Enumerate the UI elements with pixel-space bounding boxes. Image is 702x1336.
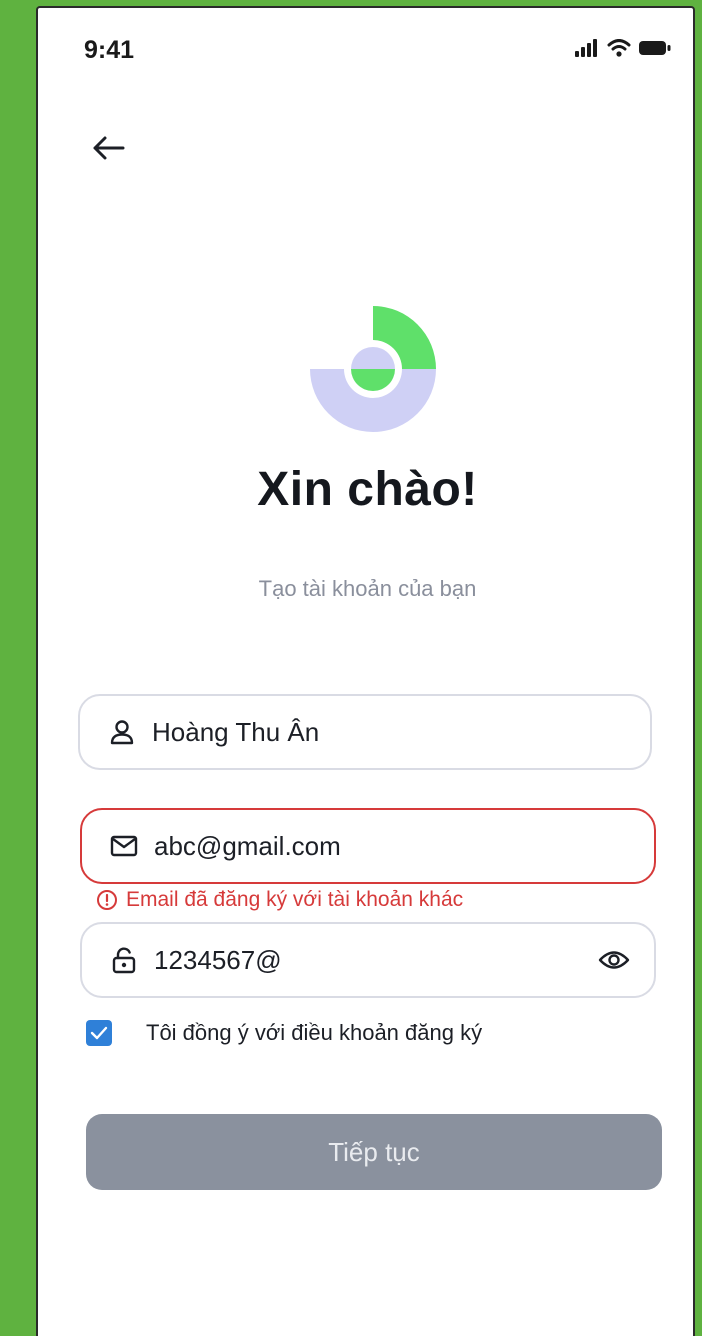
check-icon <box>90 1026 108 1040</box>
email-error-text: Email đã đăng ký với tài khoản khác <box>126 888 464 911</box>
name-value: Hoàng Thu Ân <box>152 716 320 747</box>
eye-icon <box>598 951 630 969</box>
agree-row: Tôi đồng ý với điều khoản đăng ký <box>86 1020 482 1046</box>
page-title: Xin chào! <box>257 463 478 516</box>
status-time: 9:41 <box>84 36 135 64</box>
arrow-left-icon <box>93 136 125 160</box>
status-icons <box>575 38 671 58</box>
toggle-password-button[interactable] <box>596 942 632 978</box>
lock-icon <box>112 947 136 974</box>
battery-icon <box>639 41 671 55</box>
app-logo <box>310 306 436 432</box>
phone-screen: 9:41 Xin chào! Tạo tài khoản của bạn Hoà… <box>36 6 695 1336</box>
signal-icon <box>575 39 597 57</box>
password-field[interactable]: 1234567@ <box>80 922 656 998</box>
email-field[interactable]: abc@gmail.com <box>80 808 656 884</box>
page-subtitle: Tạo tài khoản của bạn <box>258 576 477 601</box>
alert-circle-icon <box>97 890 117 910</box>
continue-button[interactable]: Tiếp tục <box>86 1114 662 1190</box>
agree-label: Tôi đồng ý với điều khoản đăng ký <box>146 1020 483 1045</box>
wifi-icon <box>607 39 631 57</box>
back-button[interactable] <box>88 128 128 168</box>
user-icon <box>110 720 134 745</box>
agree-checkbox[interactable] <box>86 1020 112 1046</box>
email-value: abc@gmail.com <box>154 830 341 861</box>
email-error: Email đã đăng ký với tài khoản khác <box>96 888 463 912</box>
mail-icon <box>110 835 138 857</box>
name-field[interactable]: Hoàng Thu Ân <box>78 694 652 770</box>
password-value: 1234567@ <box>154 944 282 975</box>
